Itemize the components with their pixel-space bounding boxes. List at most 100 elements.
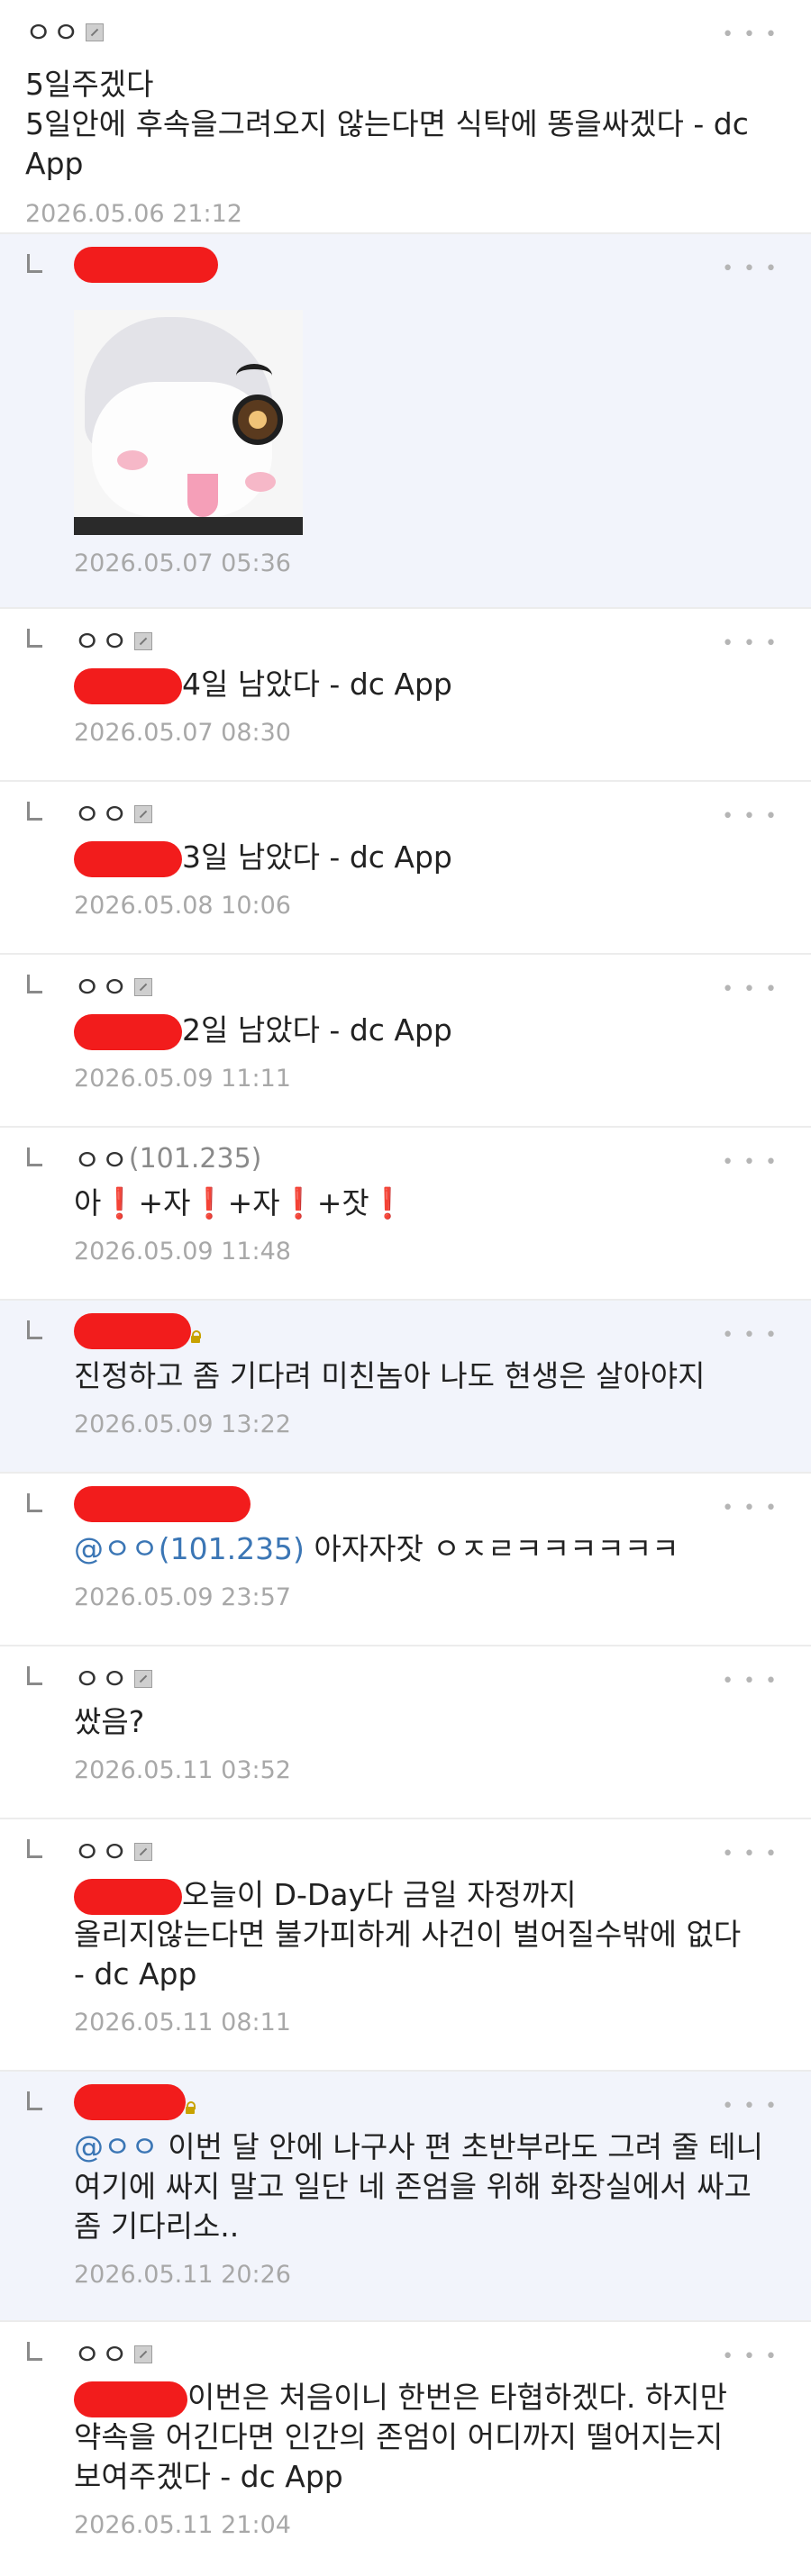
comment-timestamp: 2026.05.11 08:11: [74, 2009, 291, 2036]
more-options-icon[interactable]: • • •: [722, 980, 779, 1000]
comment: • • • ㅇㅇ (101.235) 아❗+자❗+자❗+잣❗ 2026.05.0…: [0, 1128, 811, 1301]
reply-bracket-icon: [27, 254, 42, 273]
author-nick: ㅇㅇ: [74, 797, 129, 831]
comment-author[interactable]: ㅇㅇ: [74, 621, 775, 658]
comment-body: 2일 남았다 - dc App: [74, 1011, 775, 1050]
member-badge-icon: [133, 1670, 152, 1688]
comment-timestamp: 2026.05.09 13:22: [74, 1410, 291, 1438]
comment: • • • ㅇㅇ 3일 남았다 - dc App 2026.05.08 10:0…: [0, 782, 811, 955]
comment-title: 5일주겠다: [25, 67, 154, 102]
author-nick: ㅇㅇ: [74, 1662, 129, 1696]
comment-text: 이번은 처음이니 한번은 타협하겠다. 하지만: [187, 2380, 727, 2415]
comment-text: 여기에 싸지 말고 일단 네 존엄을 위해 화장실에서 싸고: [74, 2169, 752, 2204]
comment-author[interactable]: [74, 1313, 775, 1349]
redacted-nickname: [74, 1486, 251, 1522]
comment-author[interactable]: ㅇㅇ: [74, 967, 775, 1004]
comment-body: 4일 남았다 - dc App: [74, 665, 775, 704]
comment-text: 3일 남았다 - dc App: [182, 839, 452, 875]
more-options-icon[interactable]: • • •: [722, 2347, 779, 2367]
comment-text: 진정하고 좀 기다려 미친놈아 나도 현생은 살아야지: [74, 1358, 706, 1393]
comment-body: 오늘이 D-Day다 금일 자정까지 올리지않는다면 불가피하게 사건이 벌어질…: [74, 1875, 775, 1994]
reply-bracket-icon: [27, 1666, 42, 1685]
comment: • • • @ㅇㅇ(101.235) 아자자잣 ㅇㅈㄹㅋㅋㅋㅋㅋㅋ 2026.0…: [0, 1474, 811, 1646]
author-nick: ㅇㅇ: [25, 15, 80, 50]
comment: • • • ㅇㅇ 5일주겠다 5일안에 후속을그려오지 않는다면 식탁에 똥을싸…: [0, 0, 811, 234]
comment-text: 좀 기다리소..: [74, 2209, 240, 2244]
comment-body: 쌌음?: [74, 1702, 775, 1742]
comment-text: 오늘이 D-Day다 금일 자정까지: [182, 1877, 577, 1912]
exclamation-icon: ❗: [369, 1185, 406, 1220]
comment-text: 4일 남았다 - dc App: [182, 667, 452, 702]
comment-body: 3일 남았다 - dc App: [74, 838, 775, 877]
author-nick: ㅇㅇ: [74, 1143, 129, 1177]
comment-text: 5일안에 후속을그려오지 않는다면 식탁에 똥을싸겠다 - dc App: [25, 106, 749, 181]
body-part: +자: [227, 1185, 280, 1220]
comment: • • • 진정하고 좀 기다려 미친놈아 나도 현생은 살아야지 2026.0…: [0, 1301, 811, 1474]
comment-text: 이번 달 안에 나구사 편 초반부라도 그려 줄 테니: [158, 2129, 763, 2164]
comment-author[interactable]: ㅇㅇ: [74, 794, 775, 831]
comment-body: 이번은 처음이니 한번은 타협하겠다. 하지만 약속을 어긴다면 인간의 존엄이…: [74, 2378, 775, 2497]
author-nick: ㅇㅇ: [74, 1835, 129, 1869]
comment-timestamp: 2026.05.11 03:52: [74, 1756, 291, 1784]
mention-link[interactable]: @ㅇㅇ: [74, 2129, 159, 2164]
comment-author[interactable]: ㅇㅇ: [74, 1832, 775, 1869]
reply-bracket-icon: [27, 1493, 42, 1512]
redacted-nickname: [74, 2084, 186, 2120]
comment-timestamp: 2026.05.11 21:04: [74, 2511, 291, 2539]
redacted-mention: [74, 1013, 182, 1050]
exclamation-icon: ❗: [190, 1185, 228, 1220]
more-options-icon[interactable]: • • •: [722, 25, 779, 45]
more-options-icon[interactable]: • • •: [722, 634, 779, 654]
comment-text: 2일 남았다 - dc App: [182, 1012, 452, 1048]
comment: • • • ㅇㅇ 쌌음? 2026.05.11 03:52: [0, 1646, 811, 1819]
comment: • • • @ㅇㅇ 이번 달 안에 나구사 편 초반부라도 그려 줄 테니 여기…: [0, 2072, 811, 2322]
mention-link[interactable]: @ㅇㅇ(101.235): [74, 1531, 305, 1566]
more-options-icon[interactable]: • • •: [722, 259, 779, 279]
comment-author[interactable]: [74, 2084, 775, 2120]
comment-author[interactable]: ㅇㅇ: [74, 2335, 775, 2372]
sticker-image[interactable]: [74, 310, 303, 535]
comment-author[interactable]: [74, 1486, 775, 1522]
comment-timestamp: 2026.05.11 20:26: [74, 2261, 291, 2289]
comment-text: 올리지않는다면 불가피하게 사건이 벌어질수밖에 없다: [74, 1917, 742, 1952]
member-badge-icon: [133, 632, 152, 650]
comment-timestamp: 2026.05.08 10:06: [74, 892, 291, 920]
comment-author[interactable]: [74, 247, 775, 283]
more-options-icon[interactable]: • • •: [722, 1672, 779, 1692]
redacted-mention: [74, 2381, 187, 2417]
comment-body: @ㅇㅇ(101.235) 아자자잣 ㅇㅈㄹㅋㅋㅋㅋㅋㅋ: [74, 1529, 775, 1569]
member-badge-icon: [133, 805, 152, 823]
comment: • • • ㅇㅇ 오늘이 D-Day다 금일 자정까지 올리지않는다면 불가피하…: [0, 1819, 811, 2072]
member-badge-icon: [85, 23, 104, 41]
reply-bracket-icon: [27, 1147, 42, 1166]
reply-bracket-icon: [27, 2342, 42, 2361]
more-options-icon[interactable]: • • •: [722, 2097, 779, 2117]
comment-body: @ㅇㅇ 이번 달 안에 나구사 편 초반부라도 그려 줄 테니 여기에 싸지 말…: [74, 2127, 775, 2246]
member-badge-icon: [133, 978, 152, 996]
author-nick: ㅇㅇ: [74, 624, 129, 658]
reply-bracket-icon: [27, 1839, 42, 1858]
comment-body: 진정하고 좀 기다려 미친놈아 나도 현생은 살아야지: [74, 1356, 775, 1396]
comment-author[interactable]: ㅇㅇ (101.235): [74, 1140, 775, 1178]
comment-body: 5일주겠다 5일안에 후속을그려오지 않는다면 식탁에 똥을싸겠다 - dc A…: [25, 65, 775, 184]
body-part: 아: [74, 1185, 102, 1220]
comment: • • • ㅇㅇ 이번은 처음이니 한번은 타협하겠다. 하지만 약속을 어긴다…: [0, 2322, 811, 2576]
more-options-icon[interactable]: • • •: [722, 1153, 779, 1173]
member-badge-icon: [133, 1843, 152, 1861]
comment-timestamp: 2026.05.09 11:48: [74, 1238, 291, 1265]
comment-author[interactable]: ㅇㅇ: [25, 13, 775, 50]
comment: • • • ㅇㅇ 4일 남았다 - dc App 2026.05.07 08:3…: [0, 609, 811, 782]
comment-timestamp: 2026.05.07 05:36: [74, 549, 291, 577]
more-options-icon[interactable]: • • •: [722, 807, 779, 827]
comment-author[interactable]: ㅇㅇ: [74, 1659, 775, 1696]
more-options-icon[interactable]: • • •: [722, 1326, 779, 1346]
lock-icon: [184, 2101, 196, 2114]
body-part: +자: [138, 1185, 191, 1220]
redacted-nickname: [74, 247, 218, 283]
more-options-icon[interactable]: • • •: [722, 1499, 779, 1519]
lock-icon: [189, 1330, 202, 1343]
reply-bracket-icon: [27, 629, 42, 648]
author-ip: (101.235): [128, 1142, 262, 1175]
more-options-icon[interactable]: • • •: [722, 1845, 779, 1864]
comment-timestamp: 2026.05.06 21:12: [25, 200, 242, 228]
